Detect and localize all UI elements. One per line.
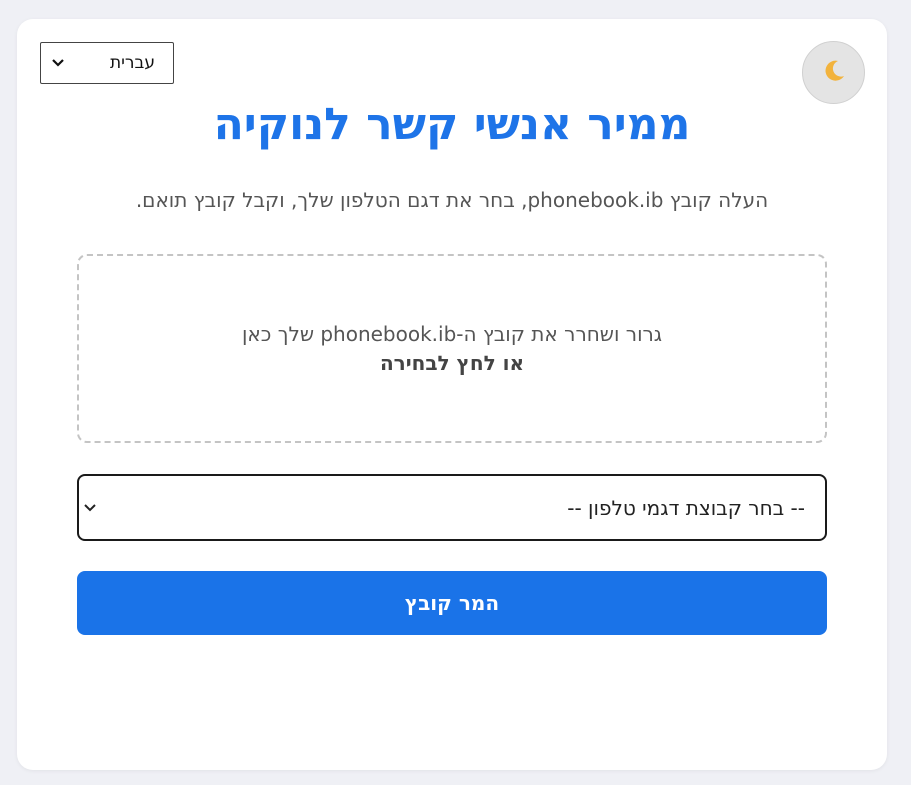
converter-card: עברית ממיר אנשי קשר לנוקיה העלה קובץ pho… (17, 19, 887, 770)
moon-icon (821, 58, 847, 88)
chevron-down-icon (51, 58, 65, 68)
chevron-down-icon (83, 498, 97, 517)
language-select-value: עברית (109, 53, 155, 73)
dropzone-text: גרור ושחרר את קובץ ה-phonebook.ib שלך כא… (241, 321, 663, 346)
theme-toggle-button[interactable] (802, 41, 865, 104)
dropzone-click-label: או לחץ לבחירה (379, 350, 525, 375)
file-dropzone[interactable]: גרור ושחרר את קובץ ה-phonebook.ib שלך כא… (77, 254, 827, 443)
phone-model-select[interactable]: -- בחר קבוצת דגמי טלפון -- (77, 474, 827, 541)
page-title: ממיר אנשי קשר לנוקיה (213, 99, 691, 150)
phone-model-select-value: -- בחר קבוצת דגמי טלפון -- (567, 495, 805, 520)
page-subtitle: העלה קובץ phonebook.ib, בחר את דגם הטלפו… (135, 188, 769, 212)
language-select[interactable]: עברית (40, 42, 174, 84)
convert-file-button[interactable]: המר קובץ (77, 571, 827, 635)
